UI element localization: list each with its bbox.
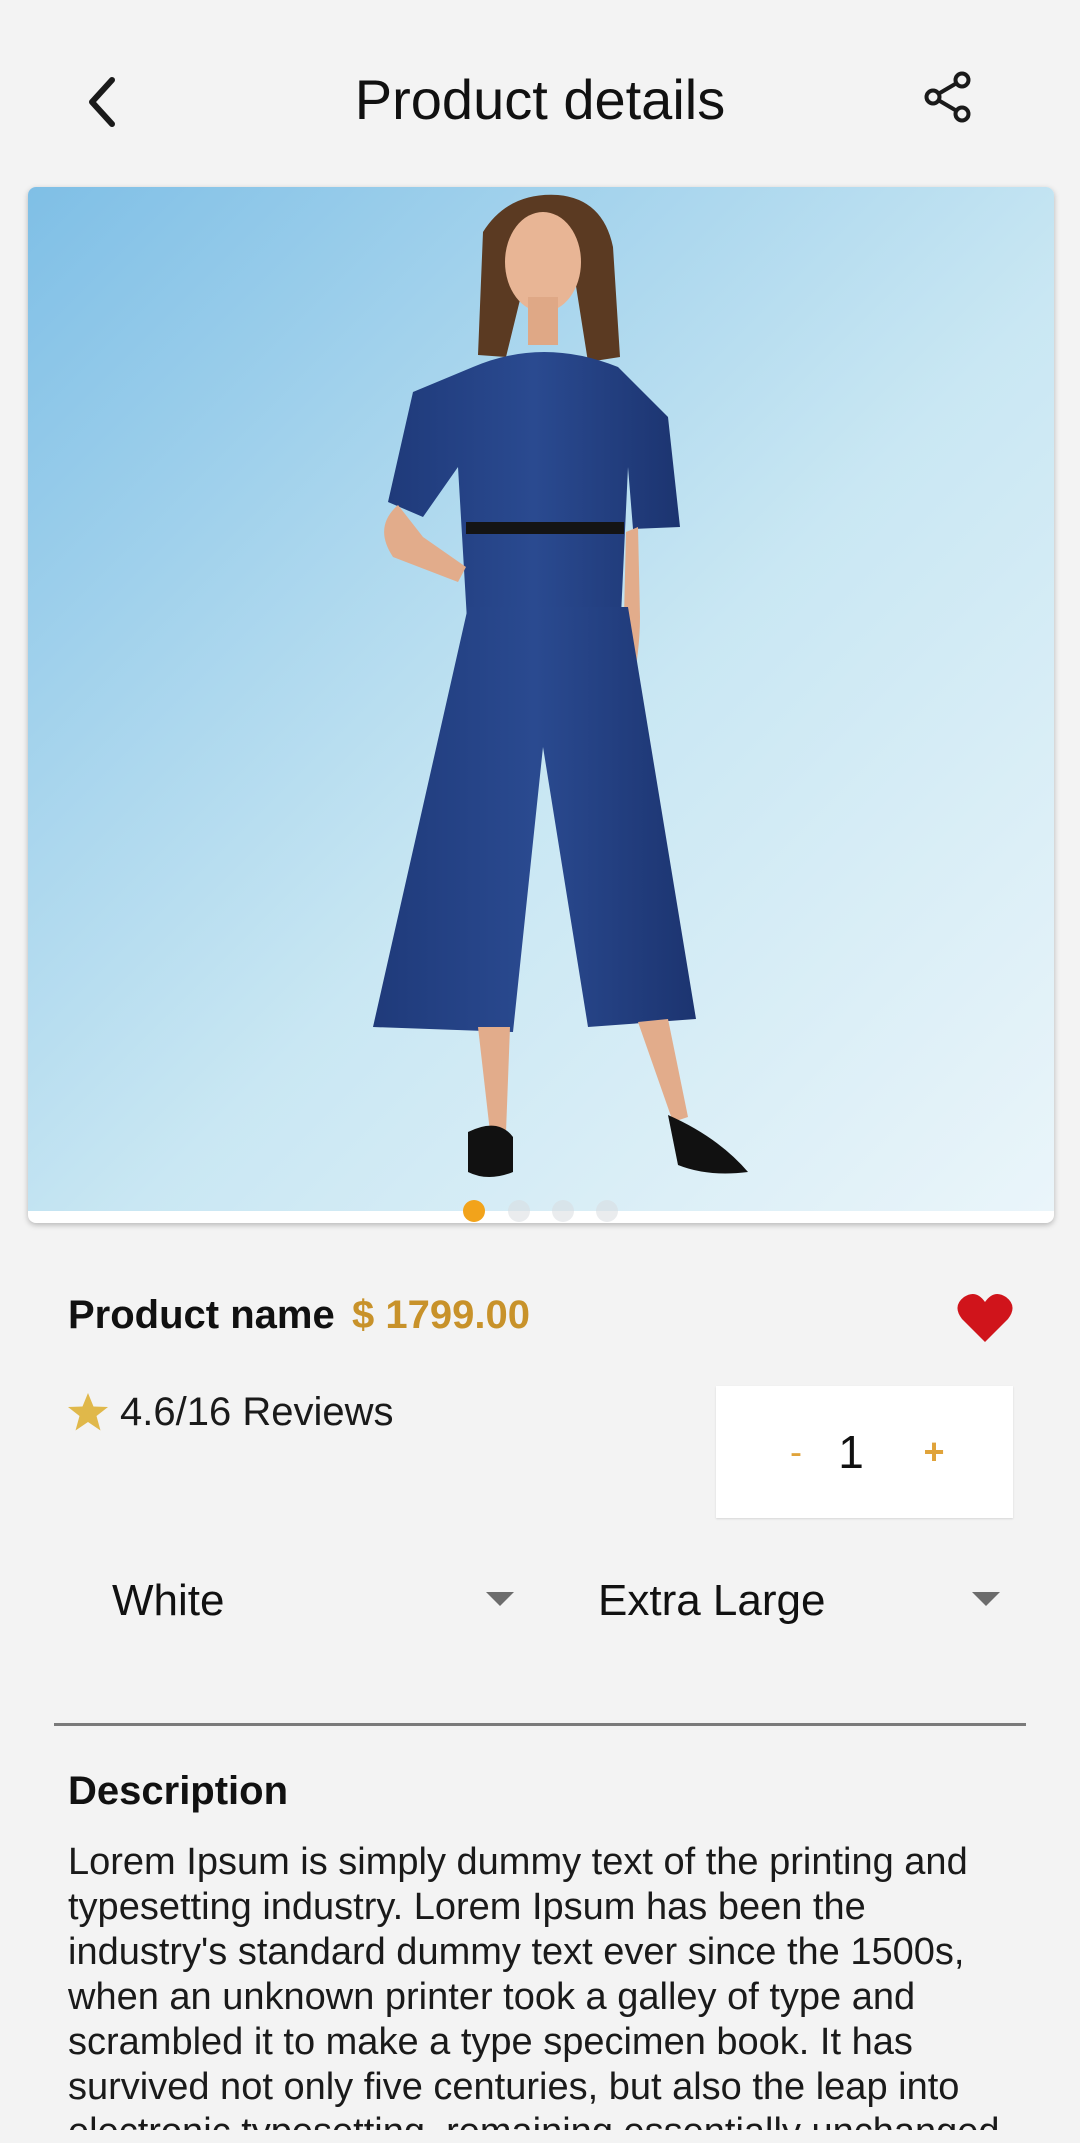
product-image — [28, 187, 1054, 1211]
size-select-value: Extra Large — [598, 1576, 826, 1625]
color-select-value: White — [112, 1576, 225, 1625]
quantity-decrease-button[interactable]: - — [776, 1422, 816, 1482]
product-name: Product name — [68, 1293, 335, 1337]
share-icon — [924, 71, 971, 123]
carousel-dot-3[interactable] — [552, 1200, 574, 1222]
product-image-carousel[interactable] — [28, 187, 1054, 1223]
share-button[interactable] — [918, 64, 978, 130]
heart-icon — [957, 1293, 1013, 1342]
description-text: Lorem Ipsum is simply dummy text of the … — [68, 1841, 1010, 2130]
quantity-increase-button[interactable]: + — [914, 1422, 954, 1482]
section-divider — [54, 1723, 1026, 1726]
rating-summary[interactable]: 4.6/16 Reviews — [66, 1384, 393, 1440]
color-select[interactable]: White — [112, 1568, 514, 1634]
quantity-value: 1 — [838, 1426, 864, 1478]
dropdown-arrow-icon — [486, 1592, 514, 1606]
size-select[interactable]: Extra Large — [598, 1568, 1008, 1634]
favorite-button[interactable] — [956, 1292, 1014, 1344]
dropdown-arrow-icon — [972, 1592, 1000, 1606]
description-heading: Description — [68, 1769, 289, 1813]
product-price: $ 1799.00 — [352, 1293, 530, 1337]
star-icon — [68, 1393, 108, 1431]
quantity-stepper: - 1 + — [716, 1386, 1013, 1518]
carousel-dot-4[interactable] — [596, 1200, 618, 1222]
rating-reviews-text: 4.6/16 Reviews — [120, 1389, 394, 1434]
carousel-dot-2[interactable] — [508, 1200, 530, 1222]
app-header: Product details — [0, 0, 1080, 190]
carousel-dot-1[interactable] — [463, 1200, 485, 1222]
